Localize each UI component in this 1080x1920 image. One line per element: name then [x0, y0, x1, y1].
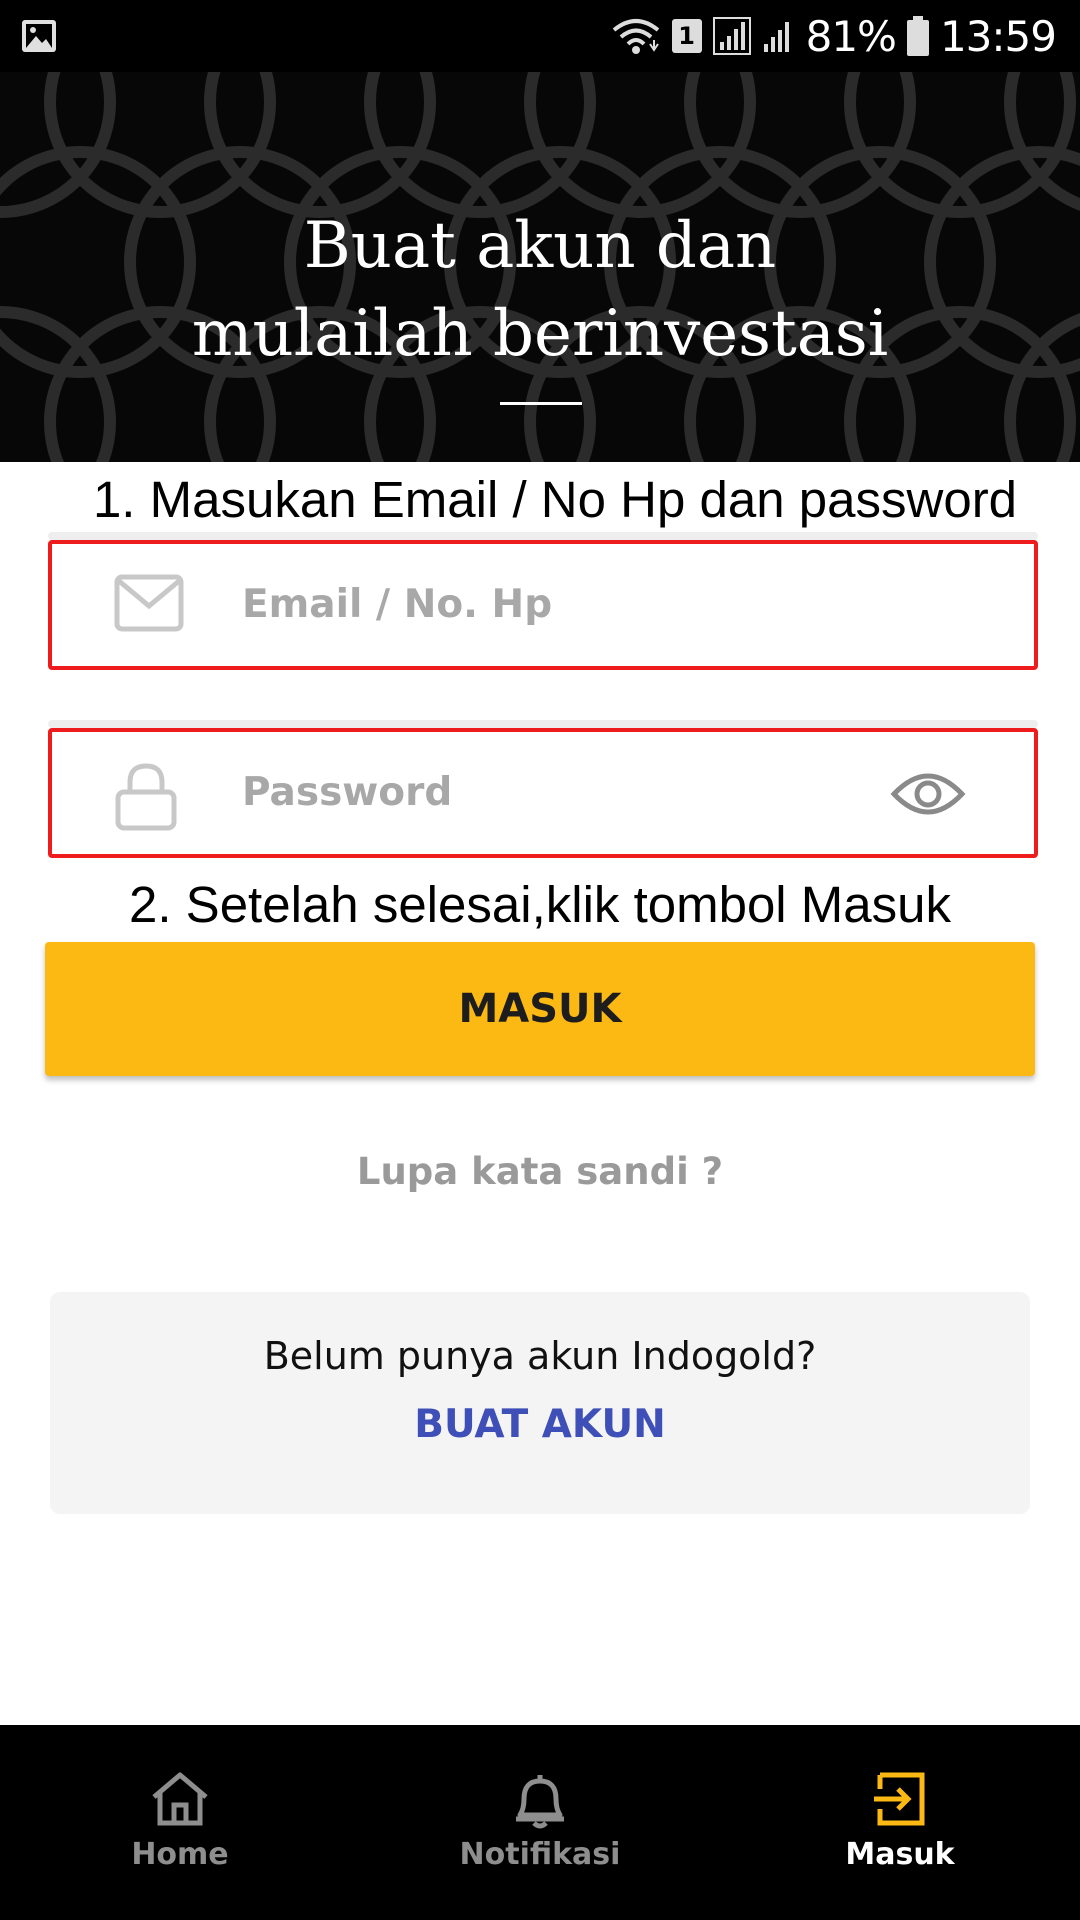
signup-card: Belum punya akun Indogold? BUAT AKUN — [50, 1292, 1030, 1514]
signup-question: Belum punya akun Indogold? — [263, 1334, 817, 1378]
hero-title-line-2: mulailah berinvestasi — [191, 297, 889, 371]
login-button[interactable]: MASUK — [45, 942, 1035, 1076]
battery-percent: 81% — [805, 11, 897, 61]
bell-icon — [516, 1775, 564, 1829]
battery-icon — [906, 16, 929, 56]
hero-divider — [500, 402, 582, 405]
hero-title: Buat akun dan mulailah berinvestasi — [0, 202, 1080, 378]
nav-item-home[interactable]: Home — [0, 1725, 360, 1920]
signal-icon-1 — [712, 17, 751, 55]
home-icon — [152, 1772, 208, 1826]
email-input[interactable]: Email / No. Hp — [242, 544, 552, 666]
login-icon — [874, 1772, 925, 1826]
password-input[interactable]: Password — [242, 732, 452, 854]
hero-title-line-1: Buat akun dan — [303, 209, 777, 283]
create-account-link[interactable]: BUAT AKUN — [50, 1402, 1030, 1447]
status-bar: 1 81% 13:59 — [0, 0, 1080, 72]
nav-label-masuk: Masuk — [845, 1837, 955, 1872]
email-field[interactable]: Email / No. Hp — [48, 540, 1038, 670]
signal-icon-2 — [763, 22, 789, 52]
clock: 13:59 — [939, 11, 1057, 61]
gallery-notification-icon — [22, 20, 56, 52]
status-right-group: 1 81% 13:59 — [610, 0, 1057, 72]
wifi-icon — [612, 19, 659, 54]
show-password-eye-icon[interactable] — [890, 766, 966, 822]
email-field-shadow — [48, 532, 1038, 540]
envelope-icon — [114, 574, 184, 632]
nav-label-home: Home — [131, 1837, 229, 1872]
nav-item-notifikasi[interactable]: Notifikasi — [360, 1725, 720, 1920]
sim-badge: 1 — [671, 19, 702, 53]
nav-item-masuk[interactable]: Masuk — [720, 1725, 1080, 1920]
bottom-nav: Home Notifikasi Masuk — [0, 1725, 1080, 1920]
forgot-password-link[interactable]: Lupa kata sandi ? — [0, 1150, 1080, 1193]
annotation-step-2: 2. Setelah selesai,klik tombol Masuk — [128, 876, 952, 933]
nav-label-notifikasi: Notifikasi — [459, 1837, 621, 1872]
hero-banner: Buat akun dan mulailah berinvestasi — [0, 72, 1080, 462]
annotation-step-1: 1. Masukan Email / No Hp dan password — [92, 471, 1018, 528]
password-field[interactable]: Password — [48, 728, 1038, 858]
lock-icon — [115, 763, 177, 831]
password-field-shadow — [48, 720, 1038, 728]
